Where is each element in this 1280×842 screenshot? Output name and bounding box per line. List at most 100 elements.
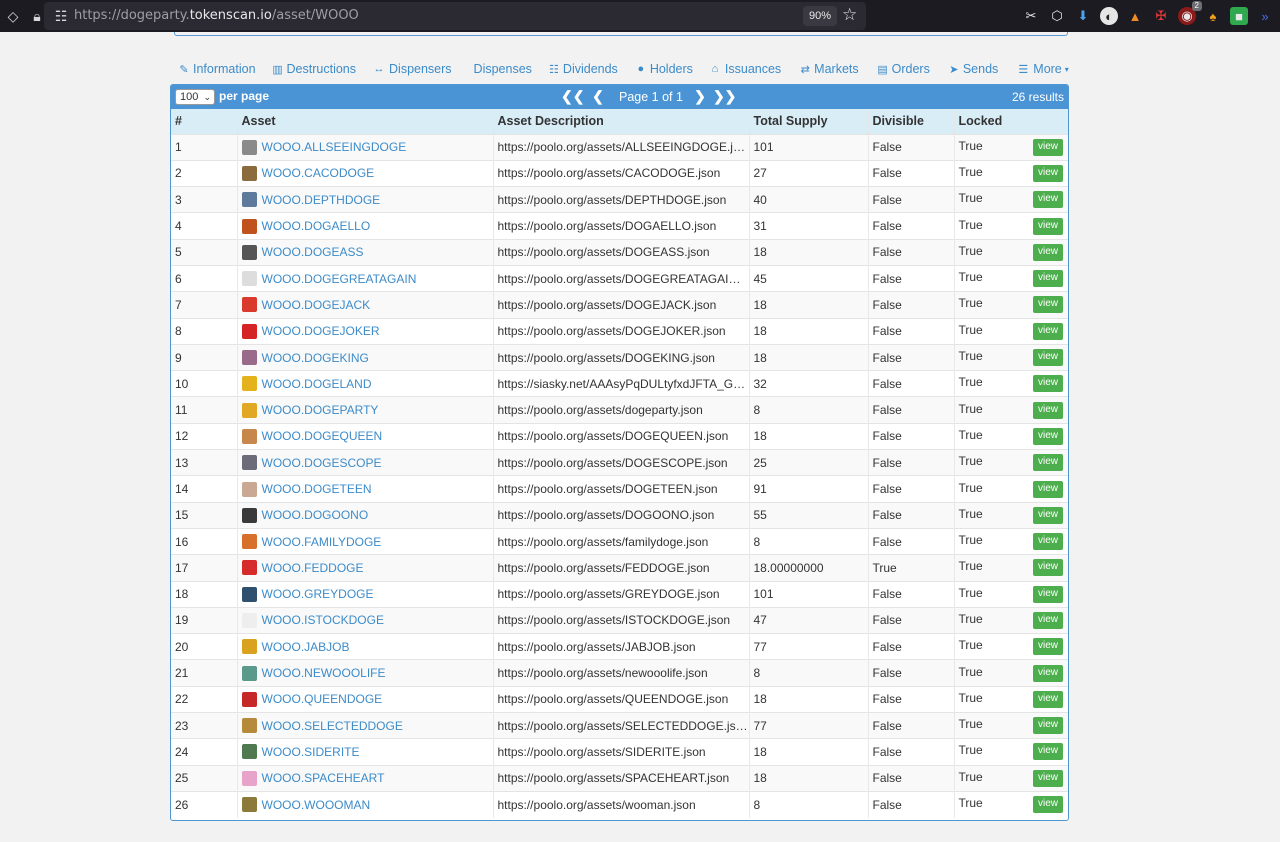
- tab-dispensers[interactable]: ↔ Dispensers: [372, 60, 452, 78]
- asset-link[interactable]: WOOO.DOGEJACK: [262, 298, 371, 312]
- view-button[interactable]: view: [1032, 427, 1063, 445]
- first-page-icon[interactable]: ❮❮: [561, 88, 584, 105]
- table-row: 6 WOOO.DOGEGREATAGAIN https://poolo.org/as…: [171, 264, 1068, 292]
- view-button[interactable]: view: [1032, 375, 1063, 393]
- metamask-fox-icon[interactable]: ▲: [1126, 7, 1144, 25]
- locked: True: [958, 796, 983, 811]
- view-button[interactable]: view: [1032, 164, 1063, 182]
- asset-link[interactable]: WOOO.SELECTEDDOGE: [262, 719, 403, 733]
- caret-down-icon: ▾: [1064, 64, 1069, 74]
- tab-orders[interactable]: ▤ Orders: [877, 60, 929, 78]
- chevrons-menu-icon[interactable]: »: [1256, 7, 1274, 25]
- bookmark-star-icon[interactable]: ☆: [842, 5, 857, 25]
- view-button[interactable]: view: [1032, 401, 1063, 419]
- asset-link[interactable]: WOOO.CACODOGE: [262, 166, 375, 180]
- next-page-icon[interactable]: ❯: [693, 88, 707, 105]
- tab-more[interactable]: ☰ More ▾: [1016, 60, 1069, 78]
- asset-link[interactable]: WOOO.DOGEPARTY: [262, 403, 379, 417]
- view-button[interactable]: view: [1032, 454, 1063, 472]
- col-header-description[interactable]: Asset Description: [493, 109, 750, 134]
- view-button[interactable]: view: [1032, 191, 1063, 209]
- asset-thumbnail-icon: [241, 165, 257, 181]
- extension-icon[interactable]: ◐: [1100, 7, 1118, 25]
- asset-link[interactable]: WOOO.SIDERITE: [262, 745, 360, 759]
- col-header-number[interactable]: #: [171, 109, 238, 134]
- view-button[interactable]: view: [1032, 743, 1063, 761]
- view-button[interactable]: view: [1032, 322, 1063, 340]
- divisible: False: [868, 212, 955, 240]
- last-page-icon[interactable]: ❯❯: [713, 88, 736, 105]
- asset-link[interactable]: WOOO.DOGOONO: [262, 508, 369, 522]
- view-button[interactable]: view: [1032, 611, 1063, 629]
- view-button[interactable]: view: [1032, 349, 1063, 367]
- tab-dispenses[interactable]: Dispenses: [474, 60, 532, 78]
- asset-link[interactable]: WOOO.QUEENDOGE: [262, 692, 383, 706]
- view-button[interactable]: view: [1032, 638, 1063, 656]
- tab-sends[interactable]: ➤ Sends: [948, 60, 998, 78]
- asset-link[interactable]: WOOO.DOGEQUEEN: [262, 429, 383, 443]
- asset-link[interactable]: WOOO.DEPTHDOGE: [262, 193, 381, 207]
- asset-thumbnail-icon: [241, 534, 257, 550]
- extension-key-icon[interactable]: ✠: [1152, 7, 1170, 25]
- col-header-divisible[interactable]: Divisible: [868, 109, 955, 134]
- zoom-indicator[interactable]: 90%: [803, 6, 838, 26]
- tab-destructions[interactable]: ▥ Destructions: [272, 60, 356, 78]
- table-header-row: # Asset Asset Description Total Supply D…: [171, 109, 1068, 134]
- col-header-asset[interactable]: Asset: [237, 109, 494, 134]
- view-button[interactable]: view: [1032, 296, 1063, 314]
- asset-link[interactable]: WOOO.DOGEKING: [262, 351, 369, 365]
- view-button[interactable]: view: [1032, 796, 1063, 814]
- view-button[interactable]: view: [1032, 243, 1063, 261]
- asset-link[interactable]: WOOO.DOGELAND: [262, 377, 372, 391]
- asset-link[interactable]: WOOO.FEDDOGE: [262, 561, 364, 575]
- tab-holders[interactable]: ● Holders: [635, 60, 692, 78]
- col-header-total-supply[interactable]: Total Supply: [749, 109, 869, 134]
- asset-link[interactable]: WOOO.ALLSEEINGDOGE: [262, 140, 407, 154]
- asset-link[interactable]: WOOO.DOGESCOPE: [262, 456, 382, 470]
- screenshot-icon[interactable]: ✂: [1022, 7, 1040, 25]
- pocket-icon[interactable]: ⬡: [1048, 7, 1066, 25]
- view-button[interactable]: view: [1032, 138, 1063, 156]
- asset-link[interactable]: WOOO.WOOOMAN: [262, 798, 371, 812]
- asset-link[interactable]: WOOO.DOGEJOKER: [262, 324, 380, 338]
- view-button[interactable]: view: [1032, 769, 1063, 787]
- permissions-icon[interactable]: ☷: [52, 8, 70, 25]
- prev-page-icon[interactable]: ❮: [587, 88, 609, 105]
- lock-icon[interactable]: 🔒︎: [28, 8, 46, 25]
- view-button[interactable]: view: [1032, 717, 1063, 735]
- col-header-locked[interactable]: Locked: [954, 109, 1068, 134]
- view-button[interactable]: view: [1032, 533, 1063, 551]
- asset-link[interactable]: WOOO.JABJOB: [262, 640, 350, 654]
- view-button[interactable]: view: [1032, 217, 1063, 235]
- view-button[interactable]: view: [1032, 506, 1063, 524]
- asset-link[interactable]: WOOO.SPACEHEART: [262, 771, 385, 785]
- trophy-icon[interactable]: ♠: [1204, 7, 1222, 25]
- view-button[interactable]: view: [1032, 585, 1063, 603]
- asset-link[interactable]: WOOO.NEWOOOLIFE: [262, 666, 386, 680]
- view-button[interactable]: view: [1032, 559, 1063, 577]
- asset-link[interactable]: WOOO.GREYDOGE: [262, 587, 374, 601]
- view-button[interactable]: view: [1032, 480, 1063, 498]
- row-number: 26: [171, 790, 238, 818]
- asset-link[interactable]: WOOO.ISTOCKDOGE: [262, 613, 384, 627]
- asset-link[interactable]: WOOO.DOGEASS: [262, 245, 364, 259]
- shield-icon[interactable]: ◇: [4, 8, 22, 25]
- view-button[interactable]: view: [1032, 270, 1063, 288]
- tab-dividends[interactable]: ☷ Dividends: [548, 60, 618, 78]
- tab-issuances[interactable]: ⌂ Issuances: [708, 60, 782, 78]
- asset-link[interactable]: WOOO.DOGAELLO: [262, 219, 371, 233]
- asset-link[interactable]: WOOO.DOGETEEN: [262, 482, 372, 496]
- url-text[interactable]: https://dogeparty.tokenscan.io/asset/WOO…: [74, 8, 359, 23]
- view-button[interactable]: view: [1032, 664, 1063, 682]
- view-button[interactable]: view: [1032, 690, 1063, 708]
- asset-link[interactable]: WOOO.FAMILYDOGE: [262, 535, 382, 549]
- tab-markets[interactable]: ⇄ Markets: [799, 60, 859, 78]
- ublock-icon[interactable]: ◉ 2: [1178, 1, 1202, 25]
- tab-information[interactable]: ✎ Information: [178, 60, 255, 78]
- asset-link[interactable]: WOOO.DOGEGREATAGAIN: [262, 272, 417, 286]
- download-icon[interactable]: ⬇: [1074, 7, 1092, 25]
- table-row: 17 WOOO.FEDDOGE https://poolo.org/assets/F…: [171, 554, 1068, 582]
- wallet-icon[interactable]: ■: [1230, 7, 1248, 25]
- asset-thumbnail-icon: [241, 797, 257, 813]
- per-page-select[interactable]: 100 ⌄: [175, 89, 215, 105]
